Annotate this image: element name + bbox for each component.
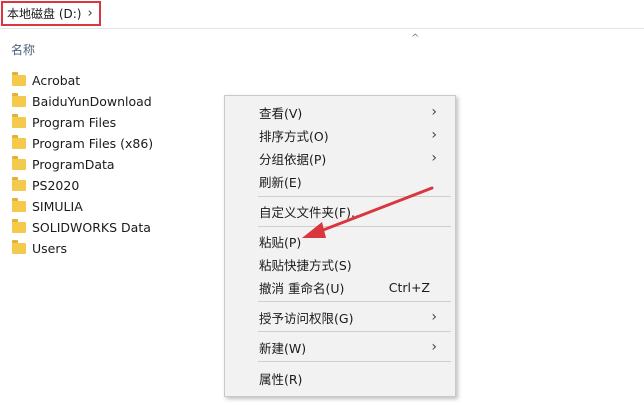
folder-row[interactable]: PS2020 (12, 175, 79, 195)
folder-icon (12, 176, 26, 191)
menu-item-label: 撤消 重命名(U) (259, 280, 345, 296)
folder-icon (12, 197, 26, 212)
folder-name: BaiduYunDownload (32, 93, 152, 109)
folder-name: PS2020 (32, 177, 80, 193)
folder-name: Acrobat (32, 72, 81, 88)
chevron-right-icon: › (431, 104, 437, 120)
folder-icon (12, 113, 26, 128)
menu-item-group[interactable]: 分组依据(P) › (259, 148, 449, 168)
menu-item-undo-rename[interactable]: 撤消 重命名(U) Ctrl+Z (259, 277, 449, 297)
menu-separator (258, 331, 451, 332)
menu-item-label: 刷新(E) (259, 174, 302, 190)
menu-item-grant-access[interactable]: 授予访问权限(G) › (259, 307, 449, 327)
address-bar: 本地磁盘 (D:) › (0, 0, 644, 29)
folder-icon (12, 155, 26, 170)
folder-name: Program Files (32, 114, 117, 130)
menu-item-label: 自定义文件夹(F)... (259, 204, 363, 220)
menu-separator (258, 196, 451, 197)
chevron-right-icon: › (431, 127, 437, 143)
folder-icon (12, 239, 26, 254)
menu-item-properties[interactable]: 属性(R) (259, 368, 449, 388)
chevron-right-icon: › (431, 339, 437, 355)
folder-name: Program Files (x86) (32, 135, 154, 151)
menu-item-label: 排序方式(O) (259, 128, 329, 144)
menu-item-paste[interactable]: 粘贴(P) (259, 231, 449, 251)
folder-name: Users (32, 240, 68, 256)
folder-icon (12, 218, 26, 233)
menu-item-label: 粘贴快捷方式(S) (259, 257, 352, 273)
folder-row[interactable]: SOLIDWORKS Data (12, 217, 151, 237)
folder-name: SIMULIA (32, 198, 83, 214)
menu-separator (258, 226, 451, 227)
menu-item-refresh[interactable]: 刷新(E) (259, 171, 449, 191)
folder-row[interactable]: Users (12, 238, 67, 258)
chevron-right-icon[interactable]: › (87, 6, 92, 21)
breadcrumb-drive[interactable]: 本地磁盘 (D:) › (1, 1, 101, 26)
menu-item-label: 查看(V) (259, 105, 303, 121)
folder-icon (12, 92, 26, 107)
folder-name: SOLIDWORKS Data (32, 219, 151, 235)
folder-row[interactable]: ProgramData (12, 154, 115, 174)
menu-item-view[interactable]: 查看(V) › (259, 102, 449, 122)
menu-separator (258, 301, 451, 302)
column-name-header[interactable]: 名称 (11, 41, 35, 58)
menu-item-label: 新建(W) (259, 340, 307, 356)
folder-row[interactable]: SIMULIA (12, 196, 83, 216)
folder-icon (12, 134, 26, 149)
folder-icon (12, 71, 26, 86)
shortcut-label: Ctrl+Z (388, 279, 430, 295)
menu-item-label: 属性(R) (259, 371, 303, 387)
sort-up-icon: ^ (411, 33, 420, 44)
folder-name: ProgramData (32, 156, 115, 172)
menu-separator (258, 361, 451, 362)
menu-item-label: 授予访问权限(G) (259, 310, 354, 326)
folder-row[interactable]: Program Files (x86) (12, 133, 153, 153)
column-header: ^ 名称 (0, 29, 644, 57)
folder-row[interactable]: Acrobat (12, 70, 80, 90)
menu-item-label: 粘贴(P) (259, 234, 302, 250)
context-menu: 查看(V) › 排序方式(O) › 分组依据(P) › 刷新(E) 自定义文件夹… (224, 95, 456, 397)
chevron-right-icon: › (431, 309, 437, 325)
menu-item-new[interactable]: 新建(W) › (259, 337, 449, 357)
folder-row[interactable]: BaiduYunDownload (12, 91, 152, 111)
menu-item-customize-folder[interactable]: 自定义文件夹(F)... (259, 201, 449, 221)
breadcrumb-label: 本地磁盘 (D:) (7, 7, 82, 21)
menu-item-paste-shortcut[interactable]: 粘贴快捷方式(S) (259, 254, 449, 274)
folder-row[interactable]: Program Files (12, 112, 116, 132)
menu-item-sort[interactable]: 排序方式(O) › (259, 125, 449, 145)
menu-item-label: 分组依据(P) (259, 151, 327, 167)
chevron-right-icon: › (431, 150, 437, 166)
